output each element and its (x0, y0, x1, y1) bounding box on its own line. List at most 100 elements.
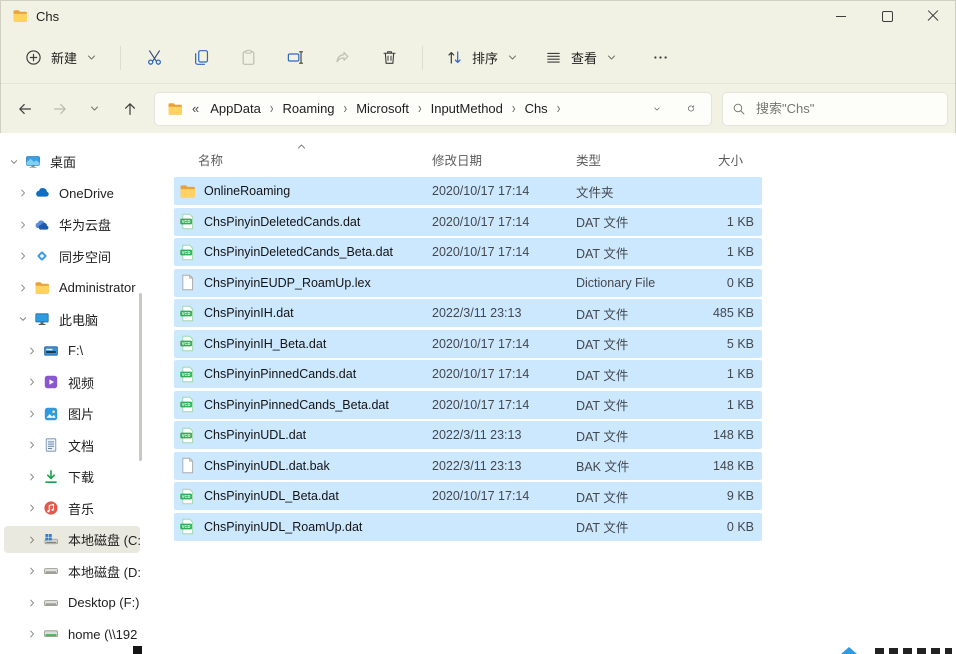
table-row[interactable]: VCDChsPinyinDeletedCands.dat2020/10/17 1… (174, 208, 762, 236)
sidebar-item-disk[interactable]: 本地磁盘 (D:) (4, 558, 140, 585)
refresh-button[interactable] (675, 95, 705, 123)
arrow-up-icon (122, 101, 138, 117)
sidebar-item-disk[interactable]: Desktop (F:) (4, 589, 140, 616)
table-row[interactable]: VCDChsPinyinDeletedCands_Beta.dat2020/10… (174, 238, 762, 266)
chevron-right-icon[interactable] (27, 440, 37, 450)
close-button[interactable] (910, 0, 956, 32)
nav-buttons (8, 92, 146, 125)
chevron-right-icon[interactable] (27, 472, 37, 482)
file-size: 1 KB (698, 367, 762, 381)
dat-file-icon: VCD (179, 335, 196, 352)
folder-icon (167, 101, 183, 117)
breadcrumb-item[interactable]: Microsoft (350, 97, 415, 120)
refresh-icon (687, 101, 695, 116)
sidebar-item-desktop[interactable]: 桌面 (4, 148, 140, 175)
chevron-right-icon[interactable] (27, 409, 37, 419)
chevron-right-icon[interactable] (27, 598, 37, 608)
file-size: 0 KB (698, 276, 762, 290)
sidebar-item-sync-space[interactable]: 同步空间 (4, 243, 140, 270)
view-button[interactable]: 查看 (534, 40, 628, 76)
breadcrumb-item[interactable]: AppData (204, 97, 267, 120)
file-name: ChsPinyinDeletedCands_Beta.dat (204, 245, 393, 259)
more-icon (652, 49, 669, 66)
chevron-down-icon[interactable] (18, 314, 28, 324)
svg-text:VCD: VCD (182, 402, 191, 407)
dat-file-icon: VCD (179, 213, 196, 230)
more-options-button[interactable] (639, 40, 681, 76)
chevron-right-icon[interactable] (18, 188, 28, 198)
chevron-down-icon[interactable] (9, 157, 19, 167)
view-button-label: 查看 (571, 48, 597, 67)
address-dropdown-button[interactable] (641, 95, 671, 123)
table-row[interactable]: VCDChsPinyinIH_Beta.dat2020/10/17 17:14D… (174, 330, 762, 358)
file-date: 2020/10/17 17:14 (432, 398, 576, 412)
content-area: 桌面 OneDrive 华为云盘同步空间 Administrator 此电脑 F:\ 视频图… (0, 133, 956, 654)
chevron-right-icon[interactable] (27, 566, 37, 576)
table-row[interactable]: ChsPinyinUDL.dat.bak2022/3/11 23:13BAK 文… (174, 452, 762, 480)
chevron-right-icon[interactable] (27, 377, 37, 387)
file-name: ChsPinyinIH_Beta.dat (204, 337, 326, 351)
sidebar-item-partition[interactable]: F:\ (4, 337, 140, 364)
copy-button[interactable] (180, 40, 222, 76)
sidebar-item-onedrive-cloud[interactable]: OneDrive (4, 180, 140, 207)
column-header[interactable]: 名称 (174, 150, 432, 169)
column-header[interactable]: 修改日期 (432, 150, 576, 169)
table-row[interactable]: VCDChsPinyinUDL_Beta.dat2020/10/17 17:14… (174, 482, 762, 510)
search-input[interactable] (754, 100, 938, 117)
table-row[interactable]: VCDChsPinyinPinnedCands_Beta.dat2020/10/… (174, 391, 762, 419)
table-row[interactable]: VCDChsPinyinIH.dat2022/3/11 23:13DAT 文件4… (174, 299, 762, 327)
chevron-right-icon[interactable] (27, 503, 37, 513)
navigation-pane: 桌面 OneDrive 华为云盘同步空间 Administrator 此电脑 F:\ 视频图… (0, 133, 152, 654)
disk-icon (43, 563, 59, 579)
column-header[interactable]: 大小 (698, 150, 762, 169)
table-row[interactable]: VCDChsPinyinPinnedCands.dat2020/10/17 17… (174, 360, 762, 388)
table-row[interactable]: VCDChsPinyinUDL.dat2022/3/11 23:13DAT 文件… (174, 421, 762, 449)
chevron-right-icon[interactable] (18, 283, 28, 293)
minimize-button[interactable] (818, 0, 864, 32)
breadcrumb-separator-icon: › (415, 100, 425, 117)
breadcrumb-item[interactable]: Roaming (277, 97, 341, 120)
sort-button[interactable]: 排序 (435, 40, 529, 76)
table-row[interactable]: ChsPinyinEUDP_RoamUp.lexDictionary File0… (174, 269, 762, 297)
file-name: ChsPinyinUDL_RoamUp.dat (204, 520, 362, 534)
sidebar-item-disk-network[interactable]: home (\\192 (4, 621, 140, 648)
maximize-button[interactable] (864, 0, 910, 32)
table-row[interactable]: VCDChsPinyinUDL_RoamUp.datDAT 文件0 KB (174, 513, 762, 541)
column-header[interactable]: 类型 (576, 150, 698, 169)
chevron-right-icon[interactable] (27, 346, 37, 356)
file-date: 2022/3/11 23:13 (432, 459, 576, 473)
file-type: DAT 文件 (576, 395, 698, 414)
chevron-right-icon[interactable] (27, 535, 37, 545)
address-box[interactable]: « AppData›Roaming›Microsoft›InputMethod›… (154, 92, 712, 126)
window-tab[interactable]: Chs (12, 8, 59, 24)
sidebar-item-this-pc[interactable]: 此电脑 (4, 306, 140, 333)
sidebar-item-label: 本地磁盘 (C:) (68, 530, 140, 549)
table-row[interactable]: OnlineRoaming2020/10/17 17:14文件夹 (174, 177, 762, 205)
breadcrumb-item[interactable]: Chs (519, 97, 554, 120)
chevron-down-button[interactable] (78, 92, 111, 125)
file-type: 文件夹 (576, 182, 698, 201)
sidebar-item-huawei-cloud[interactable]: 华为云盘 (4, 211, 140, 238)
breadcrumb-item[interactable]: InputMethod (425, 97, 509, 120)
arrow-left-button[interactable] (8, 92, 41, 125)
sidebar-item-disk-windows[interactable]: 本地磁盘 (C:) (4, 526, 140, 553)
sidebar-item-folder[interactable]: Administrator (4, 274, 140, 301)
sidebar-item-pictures[interactable]: 图片 (4, 400, 140, 427)
sidebar-item-documents[interactable]: 文档 (4, 432, 140, 459)
new-button[interactable]: 新建 (14, 40, 108, 76)
sidebar-item-videos[interactable]: 视频 (4, 369, 140, 396)
chevron-right-icon[interactable] (27, 629, 37, 639)
delete-button[interactable] (368, 40, 410, 76)
sidebar-item-music[interactable]: 音乐 (4, 495, 140, 522)
sidebar-item-label: Desktop (F:) (68, 595, 140, 610)
breadcrumb-overflow[interactable]: « (187, 101, 204, 116)
sidebar-item-downloads[interactable]: 下载 (4, 463, 140, 490)
share-button (321, 40, 363, 76)
chevron-right-icon[interactable] (18, 220, 28, 230)
search-icon (732, 102, 746, 116)
rename-button[interactable] (274, 40, 316, 76)
arrow-up-button[interactable] (113, 92, 146, 125)
cut-button[interactable] (133, 40, 175, 76)
sidebar-scrollbar[interactable] (139, 293, 142, 461)
chevron-right-icon[interactable] (18, 251, 28, 261)
